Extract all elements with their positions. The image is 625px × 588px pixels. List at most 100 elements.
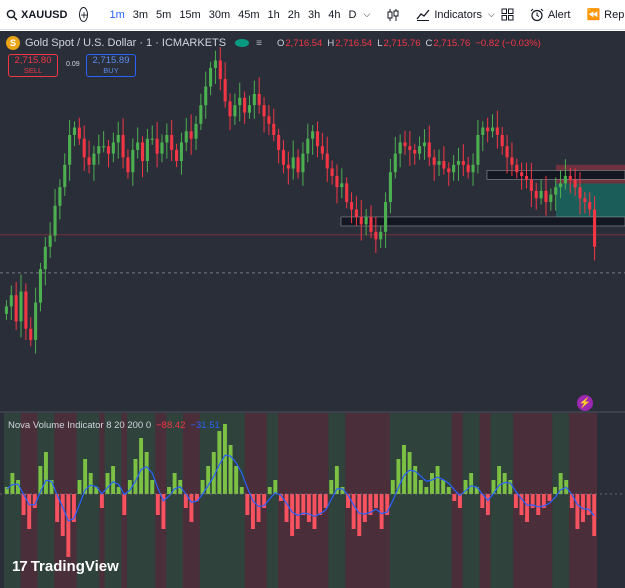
indicators-button[interactable]: Indicators <box>413 0 485 30</box>
indicator-bar <box>374 494 378 508</box>
indicator-bar <box>228 445 233 494</box>
tradingview-logo-icon: 17 <box>12 558 28 575</box>
indicator-bar <box>351 494 356 529</box>
candle-body <box>573 179 577 188</box>
candle-body <box>486 127 490 132</box>
chart-canvas[interactable] <box>0 31 625 588</box>
candle-body <box>29 328 33 340</box>
candle-body <box>77 127 81 139</box>
candle-body <box>413 149 417 154</box>
timeframe-3m[interactable]: 3m <box>129 0 152 30</box>
timeframe-3h[interactable]: 3h <box>304 0 324 30</box>
chart-area[interactable]: S Gold Spot / U.S. Dollar · 1 · ICMARKET… <box>0 31 625 588</box>
series-title[interactable]: Gold Spot / U.S. Dollar · 1 · ICMARKETS <box>25 37 226 49</box>
indicator-bar <box>77 480 82 494</box>
top-toolbar: XAUUSD + 1m 3m 5m 15m 30m 45m 1h 2h 3h 4h D ⌵ Indi… <box>0 0 625 30</box>
candle-body <box>165 134 169 143</box>
buy-button[interactable]: 2,715.89 BUY <box>86 54 136 77</box>
layouts-button[interactable] <box>498 0 517 30</box>
sell-label: SELL <box>23 66 43 75</box>
chart-type-button[interactable] <box>383 0 403 30</box>
indicator-bar <box>144 452 149 494</box>
tradingview-logo[interactable]: 17 TradingView <box>12 558 119 575</box>
candle-body <box>136 142 140 150</box>
candle-body <box>568 175 572 180</box>
candle-body <box>145 138 149 162</box>
candle-body <box>19 291 23 322</box>
candle-body <box>247 105 252 113</box>
candle-body <box>452 164 456 173</box>
indicator-bar <box>167 487 171 494</box>
candle-body <box>199 105 203 124</box>
indicator-bar <box>295 494 300 529</box>
candle-body <box>9 295 13 307</box>
buy-price: 2,715.89 <box>92 55 130 66</box>
timeframe-45m[interactable]: 45m <box>234 0 263 30</box>
candle-body <box>311 131 315 139</box>
timeframe-dropdown-icon[interactable]: ⌵ <box>360 0 373 30</box>
indicator-bar <box>239 487 244 494</box>
indicator-bar <box>66 494 71 557</box>
candle-body <box>296 157 300 173</box>
candle-body <box>252 93 256 106</box>
indicators-icon <box>416 9 430 21</box>
indicators-dropdown-icon[interactable]: ⌵ <box>485 0 498 30</box>
candle-body <box>481 127 485 135</box>
compare-add-icon[interactable]: + <box>79 7 89 22</box>
timeframe-1m[interactable]: 1m <box>105 0 128 30</box>
target-zone <box>556 183 625 217</box>
candle-body <box>384 202 388 232</box>
candle-body <box>510 157 514 165</box>
indicator-bar <box>508 480 513 494</box>
indicator-bar <box>446 487 451 494</box>
replay-button[interactable]: ⏪ Rep <box>583 0 625 30</box>
candle-body <box>558 183 563 188</box>
timeframe-30m[interactable]: 30m <box>205 0 234 30</box>
timeframe-4h[interactable]: 4h <box>324 0 344 30</box>
timeframe-1h[interactable]: 1h <box>264 0 284 30</box>
candle-body <box>116 134 120 143</box>
indicator-bar <box>575 494 580 529</box>
open-key: O <box>276 37 285 49</box>
candle-body <box>160 142 164 154</box>
candle-body <box>272 123 276 135</box>
indicator-bar <box>525 494 530 522</box>
timeframe-15m[interactable]: 15m <box>175 0 204 30</box>
candle-body <box>233 105 237 117</box>
sell-price: 2,715.80 <box>14 55 52 66</box>
indicator-bar <box>206 466 211 494</box>
candle-body <box>437 161 441 165</box>
candle-body <box>243 97 247 113</box>
search-icon <box>6 9 18 20</box>
candle-body <box>325 153 329 169</box>
candle-body <box>539 190 543 199</box>
timeframe-5m[interactable]: 5m <box>152 0 175 30</box>
indicator-bar <box>536 494 541 515</box>
indicator-zone <box>166 413 184 588</box>
layout-grid-icon <box>501 8 514 21</box>
candle-body <box>393 153 397 173</box>
timeframe-D[interactable]: D <box>345 0 361 30</box>
candle-body <box>388 172 392 203</box>
symbol-search[interactable]: XAUUSD <box>0 0 75 30</box>
indicator-zone <box>462 413 480 588</box>
low-key: L <box>377 37 383 49</box>
candle-body <box>194 123 198 139</box>
candle-body <box>335 175 339 188</box>
alert-button[interactable]: Alert <box>527 0 574 30</box>
candle-body <box>422 142 427 147</box>
candle-body <box>106 146 111 154</box>
more-menu-icon[interactable]: ≡ <box>256 38 262 49</box>
candle-body <box>87 157 91 165</box>
replay-label: Rep <box>604 8 625 21</box>
candle-body <box>306 138 310 154</box>
indicators-label: Indicators <box>434 8 483 21</box>
candle-body <box>330 168 334 176</box>
indicator-name[interactable]: Nova Volume Indicator 8 20 200 0 <box>8 420 151 431</box>
lightning-icon[interactable]: ⚡ <box>577 395 593 411</box>
indicator-legend: Nova Volume Indicator 8 20 200 0 −88.42 … <box>8 420 220 431</box>
timeframe-2h[interactable]: 2h <box>284 0 304 30</box>
candle-body <box>238 97 242 106</box>
candle-body <box>593 209 597 247</box>
sell-button[interactable]: 2,715.80 SELL <box>8 54 58 77</box>
